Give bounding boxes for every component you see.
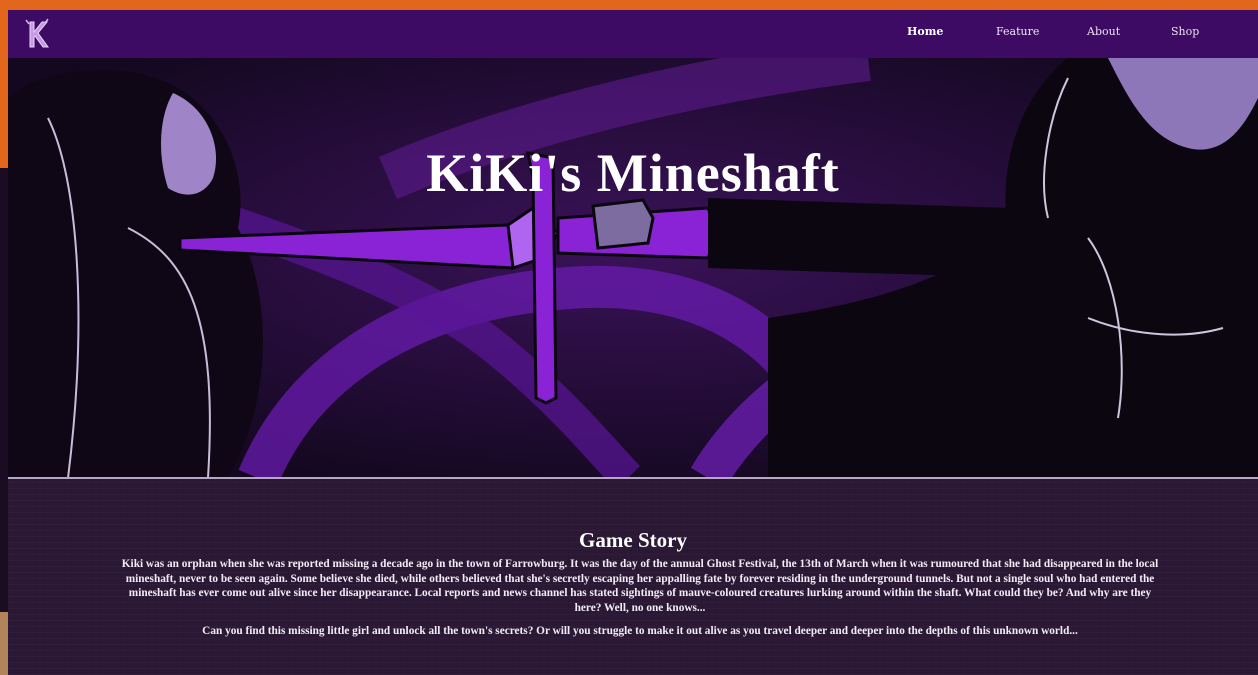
nav-about-link[interactable]: About: [1087, 25, 1120, 38]
hero-artwork: [8, 58, 1258, 478]
story-paragraph-1: Kiki was an orphan when she was reported…: [121, 558, 1159, 614]
hero-banner: KiKi's Mineshaft: [8, 58, 1258, 478]
kiki-logo-icon[interactable]: [22, 16, 54, 52]
story-body: Kiki was an orphan when she was reported…: [120, 557, 1160, 648]
top-accent-bar: [0, 0, 1258, 10]
navbar: Home Feature About Shop: [8, 10, 1258, 58]
nav-feature-link[interactable]: Feature: [996, 25, 1039, 38]
nav-home-link[interactable]: Home: [907, 25, 943, 38]
story-heading: Game Story: [579, 528, 687, 553]
nav-shop-link[interactable]: Shop: [1171, 25, 1199, 38]
game-story-section: Game Story Kiki was an orphan when she w…: [8, 479, 1258, 675]
hero-title: KiKi's Mineshaft: [426, 143, 840, 204]
story-paragraph-2: Can you find this missing little girl an…: [202, 625, 1078, 638]
left-bottom-accent: [0, 612, 8, 675]
